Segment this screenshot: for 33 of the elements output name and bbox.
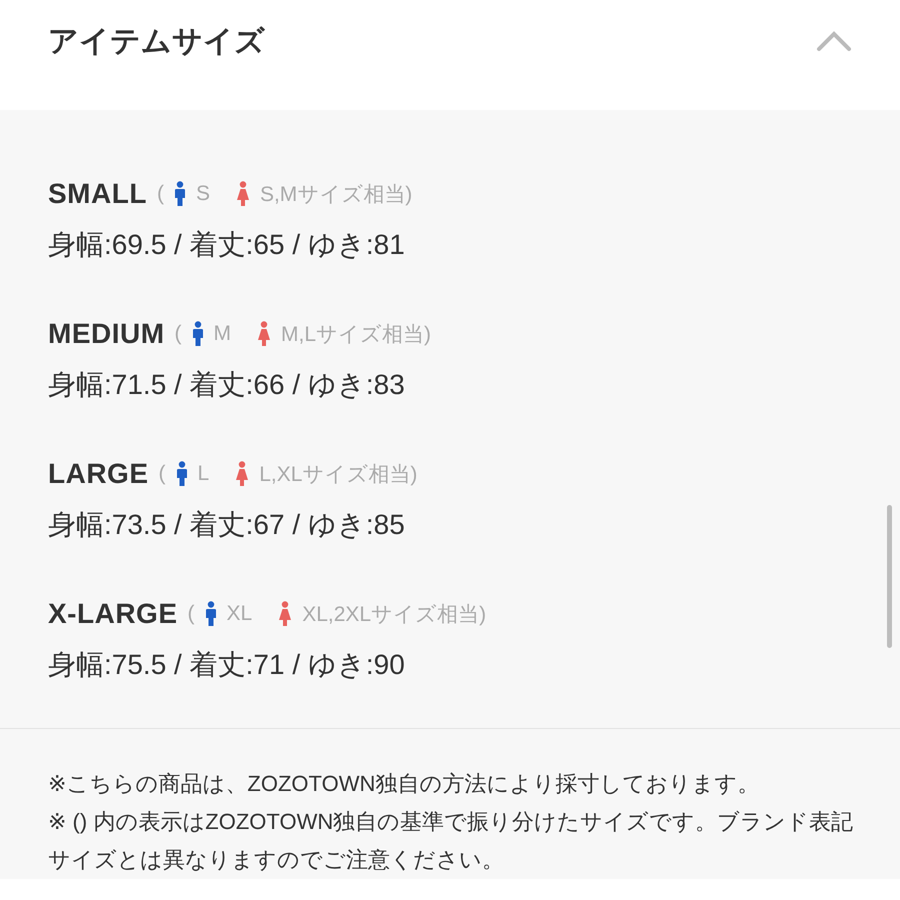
man-icon: [176, 461, 188, 487]
section-title: アイテムサイズ: [48, 24, 265, 60]
woman-icon: [235, 461, 250, 487]
size-measurements: 身幅:75.5 / 着丈:71 / ゆき:90: [48, 648, 406, 682]
scrollbar[interactable]: [887, 505, 892, 648]
size-name: LARGE: [48, 458, 148, 490]
men-size: M: [214, 322, 232, 346]
man-icon: [174, 181, 186, 207]
woman-icon: [236, 181, 250, 207]
man-icon: [192, 321, 204, 347]
note-text: ※ () 内の表示はZOZOTOWN独自の基準で振り分けたサイズです。ブランド表記サイズとは異なりますのでご注意ください。: [48, 808, 854, 874]
note-text: ※こちらの商品は、ZOZOTOWN独自の方法により採寸しております。: [48, 770, 760, 798]
size-measurements: 身幅:71.5 / 着丈:66 / ゆき:83: [48, 368, 406, 402]
open-paren: (: [188, 602, 194, 626]
size-measurements: 身幅:73.5 / 着丈:67 / ゆき:85: [48, 508, 406, 542]
size-name: X-LARGE: [48, 598, 178, 630]
size-name: SMALL: [48, 178, 147, 210]
woman-icon: [257, 321, 272, 347]
open-paren: (: [156, 182, 164, 206]
women-size: M,Lサイズ相当): [281, 322, 432, 348]
women-size: L,XLサイズ相当): [259, 462, 418, 488]
open-paren: (: [174, 322, 182, 346]
women-size: S,Mサイズ相当): [260, 182, 412, 208]
woman-icon: [278, 601, 292, 627]
men-size: XL: [226, 602, 252, 626]
size-measurements: 身幅:69.5 / 着丈:65 / ゆき:81: [48, 228, 406, 262]
chevron-icon[interactable]: [816, 30, 852, 52]
men-size: S: [196, 182, 210, 206]
women-size: XL,2XLサイズ相当): [302, 602, 486, 628]
men-size: L: [198, 462, 210, 486]
open-paren: (: [158, 462, 166, 486]
man-icon: [204, 601, 216, 627]
size-name: MEDIUM: [48, 318, 165, 350]
